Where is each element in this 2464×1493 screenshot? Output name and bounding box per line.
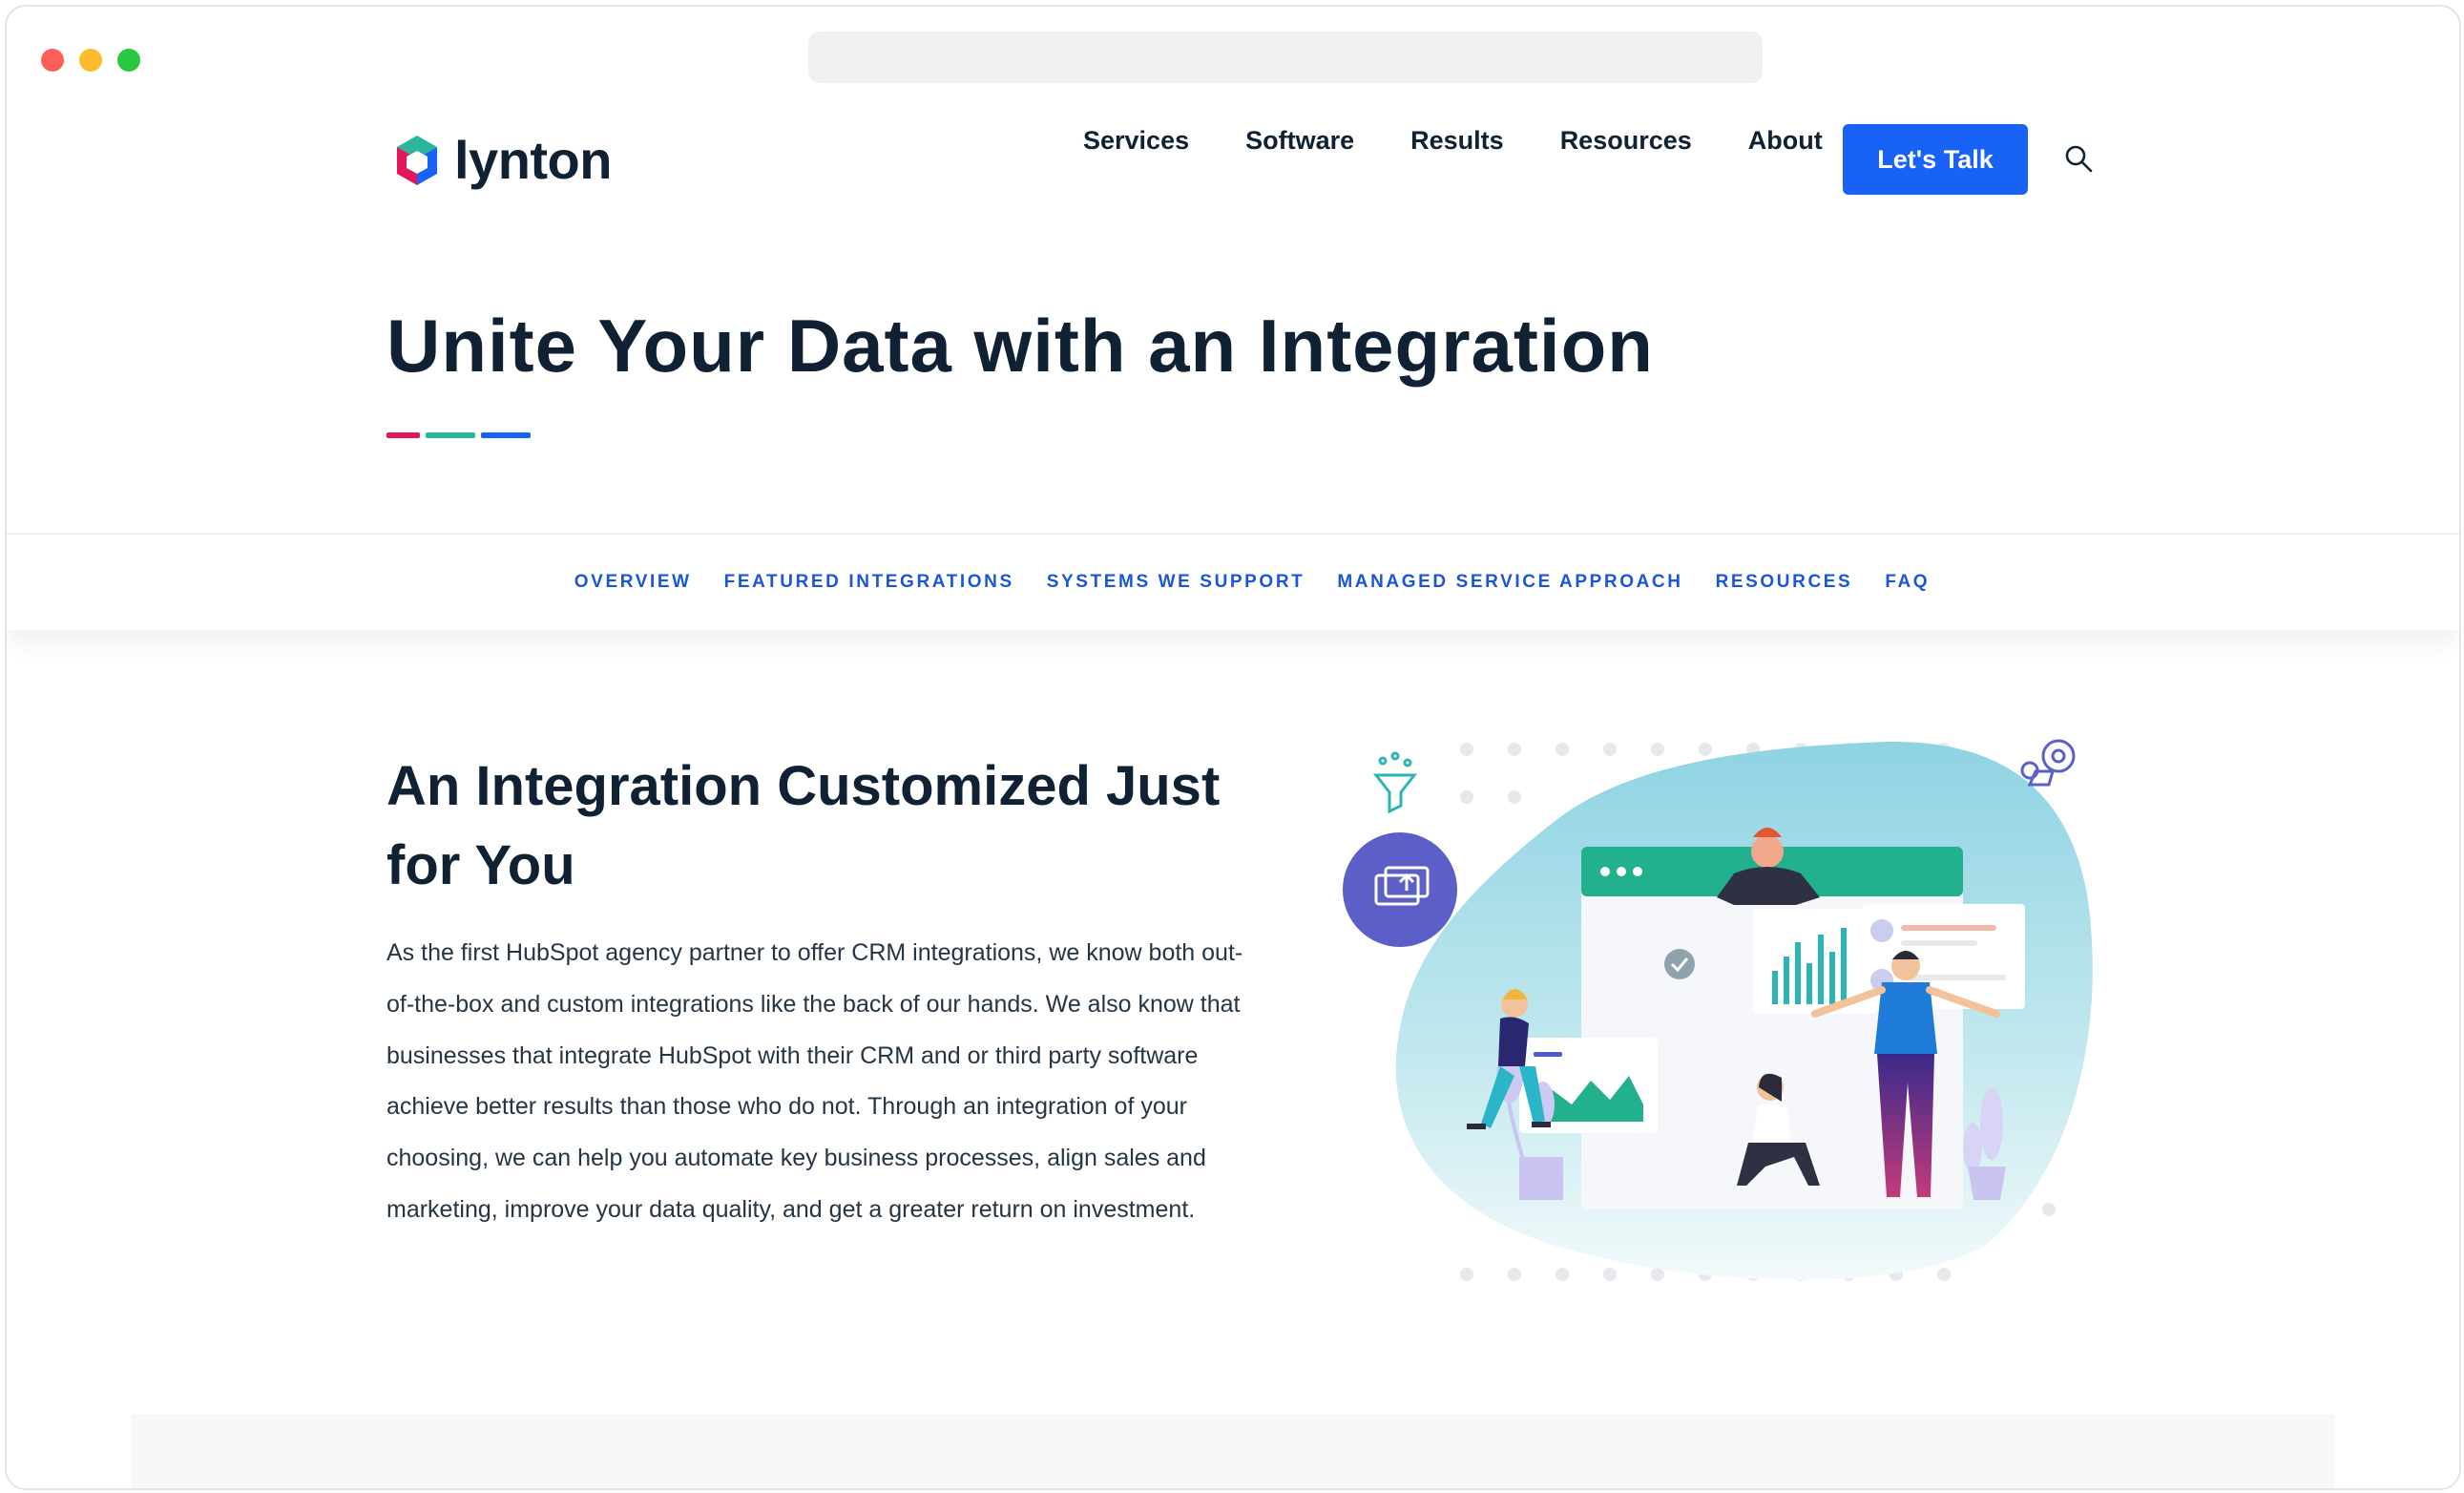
close-window-dot[interactable] (41, 49, 64, 72)
nav-software[interactable]: Software (1245, 126, 1354, 156)
subnav-systems-we-support[interactable]: SYSTEMS WE SUPPORT (1047, 572, 1305, 593)
section-title: An Integration Customized Just for You (386, 755, 1221, 896)
lynton-logo-icon (397, 135, 437, 185)
page-title: Unite Your Data with an Integration (386, 304, 1654, 388)
search-icon[interactable] (2064, 144, 2093, 173)
lynton-logo[interactable]: lynton (393, 129, 612, 191)
nav-resources[interactable]: Resources (1560, 126, 1692, 156)
maximize-window-dot[interactable] (117, 49, 140, 72)
upload-badge (1343, 832, 1457, 947)
funnel-icon (1372, 751, 1418, 814)
window-controls (41, 49, 140, 72)
subnav-faq[interactable]: FAQ (1885, 572, 1930, 593)
address-bar[interactable] (808, 32, 1763, 83)
next-section-panel (131, 1414, 2335, 1488)
nav-about[interactable]: About (1748, 126, 1823, 156)
main-nav: Services Software Results Resources Abou… (1083, 126, 1879, 156)
accent-bar-red (386, 432, 420, 438)
accent-bar-blue (481, 432, 531, 438)
nav-results[interactable]: Results (1410, 126, 1504, 156)
section-subnav: OVERVIEW FEATURED INTEGRATIONS SYSTEMS W… (7, 535, 2459, 630)
subnav-featured-integrations[interactable]: FEATURED INTEGRATIONS (724, 572, 1014, 593)
subnav-overview[interactable]: OVERVIEW (574, 572, 692, 593)
gear-icon (2020, 739, 2076, 787)
logo-text: lynton (454, 130, 612, 190)
integration-illustration (1343, 739, 2093, 1281)
subnav-resources[interactable]: RESOURCES (1716, 572, 1853, 593)
subnav-managed-service-approach[interactable]: MANAGED SERVICE APPROACH (1337, 572, 1682, 593)
minimize-window-dot[interactable] (79, 49, 102, 72)
accent-bar-teal (426, 432, 475, 438)
lets-talk-button[interactable]: Let's Talk (1843, 124, 2028, 195)
nav-services[interactable]: Services (1083, 126, 1189, 156)
browser-window: lynton Services Software Results Resourc… (5, 5, 2461, 1490)
section-body: As the first HubSpot agency partner to o… (386, 939, 1243, 1223)
